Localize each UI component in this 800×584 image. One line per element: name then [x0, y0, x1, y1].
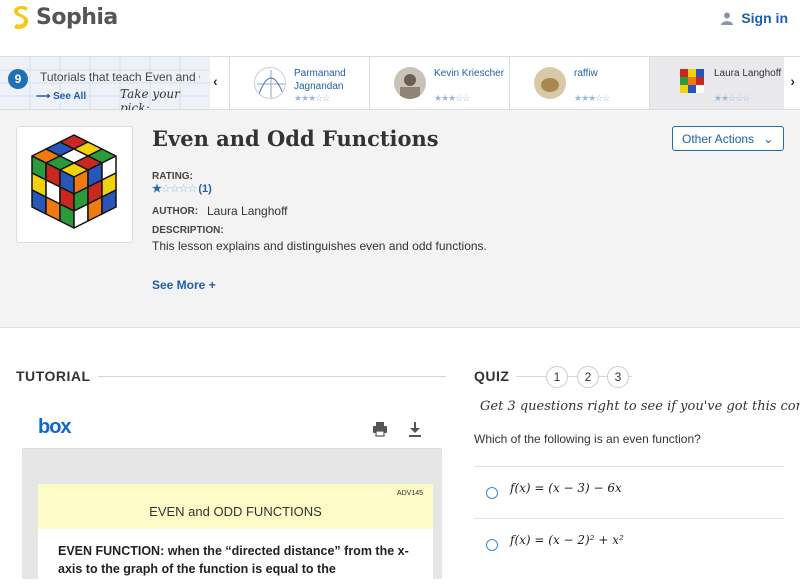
- author-label: AUTHOR:: [152, 206, 199, 217]
- scroll-left-icon[interactable]: ‹: [213, 73, 218, 89]
- tutorial-author: Kevin Kriescher: [434, 68, 505, 79]
- tutorial-card-active[interactable]: Laura Langhoff ★★☆☆☆: [649, 57, 784, 109]
- sophia-logo[interactable]: Sophia: [10, 4, 118, 30]
- sophia-logo-icon: [13, 6, 29, 30]
- tutorial-count-badge: 9: [8, 69, 28, 89]
- tutorial-rating: ★★☆☆☆: [714, 93, 750, 103]
- user-icon: [721, 12, 734, 25]
- quiz-option-text: f(x) = (x − 3) − 6x: [510, 481, 622, 495]
- tutorial-strip: 9 Tutorials that teach Even and Odd Func…: [0, 56, 800, 115]
- arrow-right-icon: ⟶: [36, 91, 51, 102]
- lesson-title: Even and Odd Functions: [152, 126, 439, 151]
- print-icon[interactable]: [372, 421, 388, 437]
- document-body: EVEN FUNCTION: when the “directed distan…: [58, 544, 409, 576]
- quiz-step-1: 1: [546, 366, 568, 388]
- tutorials-summary: 9 Tutorials that teach Even and Odd Func…: [0, 57, 210, 115]
- rating-label: RATING:: [152, 171, 193, 182]
- document-viewer: box ADV145 EVEN and ODD FUNCTIONS EVEN F…: [22, 409, 442, 584]
- chevron-down-icon: ⌄: [763, 132, 774, 146]
- brand-name: Sophia: [36, 4, 118, 30]
- document-header: ADV145 EVEN and ODD FUNCTIONS: [38, 484, 433, 529]
- quiz-option-text: f(x) = (x − 2)² + x²: [510, 533, 624, 547]
- rating-stars-icon: ★☆☆☆☆: [152, 183, 197, 195]
- document-page: ADV145 EVEN and ODD FUNCTIONS EVEN FUNCT…: [38, 484, 433, 584]
- tutorial-author: Parmanand Jagnandan: [294, 68, 346, 92]
- document-title: EVEN and ODD FUNCTIONS: [149, 504, 322, 519]
- tutorial-thumbnail: [254, 67, 286, 99]
- tutorial-author: raffiw: [574, 68, 598, 79]
- rating-count: (1): [198, 182, 212, 195]
- tutorial-rating: ★★★☆☆: [294, 93, 330, 103]
- sign-in-link[interactable]: Sign in: [721, 10, 788, 26]
- quiz-hint: Get 3 questions right to see if you've g…: [480, 399, 800, 414]
- quiz-question: Which of the following is an even functi…: [474, 432, 701, 446]
- lesson-description: This lesson explains and distinguishes e…: [152, 239, 487, 253]
- rubiks-cube-thumbnail: [678, 67, 710, 99]
- see-more-link[interactable]: See More +: [152, 278, 216, 292]
- see-all-link[interactable]: ⟶ See All: [36, 91, 86, 102]
- site-header: Sophia Sign in: [0, 0, 800, 56]
- quiz-heading: QUIZ: [474, 368, 510, 384]
- tutorial-divider: [98, 376, 446, 377]
- lesson-rating[interactable]: ★☆☆☆☆ (1): [152, 182, 212, 196]
- other-actions-dropdown[interactable]: Other Actions ⌄: [672, 126, 784, 151]
- box-logo[interactable]: box: [38, 416, 72, 439]
- scroll-right-icon[interactable]: ›: [790, 73, 795, 89]
- tutorial-author: Laura Langhoff: [714, 68, 782, 79]
- quiz-option[interactable]: f(x) = (x − 2)² + x²: [474, 518, 784, 570]
- sign-in-label: Sign in: [741, 10, 788, 26]
- lesson-info-panel: Even and Odd Functions Other Actions ⌄ R…: [0, 110, 800, 328]
- tutorial-thumbnail: [534, 67, 566, 99]
- tutorial-card[interactable]: raffiw ★★★☆☆: [509, 57, 649, 109]
- tutorial-rating: ★★★☆☆: [434, 93, 470, 103]
- quiz-step-3: 3: [607, 366, 629, 388]
- tutorials-title: Tutorials that teach Even and Odd Functi…: [40, 70, 200, 84]
- description-label: DESCRIPTION:: [152, 225, 224, 236]
- radio-button[interactable]: [486, 487, 498, 499]
- viewer-toolbar: box: [22, 409, 442, 449]
- radio-button[interactable]: [486, 539, 498, 551]
- quiz-step-2: 2: [577, 366, 599, 388]
- tutorial-card[interactable]: Kevin Kriescher ★★★☆☆: [369, 57, 509, 109]
- quiz-option[interactable]: f(x) = (x − 3) − 6x: [474, 466, 784, 518]
- tutorial-rating: ★★★☆☆: [574, 93, 610, 103]
- author-name: Laura Langhoff: [207, 204, 288, 218]
- download-icon[interactable]: [407, 421, 423, 437]
- see-all-label: See All: [53, 91, 87, 102]
- tutorial-thumbnail: [394, 67, 426, 99]
- tutorial-heading: TUTORIAL: [16, 368, 91, 384]
- rubiks-cube-image: [16, 126, 133, 243]
- document-code: ADV145: [396, 490, 423, 497]
- tutorial-card[interactable]: Parmanand Jagnandan ★★★☆☆: [229, 57, 369, 109]
- other-actions-label: Other Actions: [682, 132, 755, 146]
